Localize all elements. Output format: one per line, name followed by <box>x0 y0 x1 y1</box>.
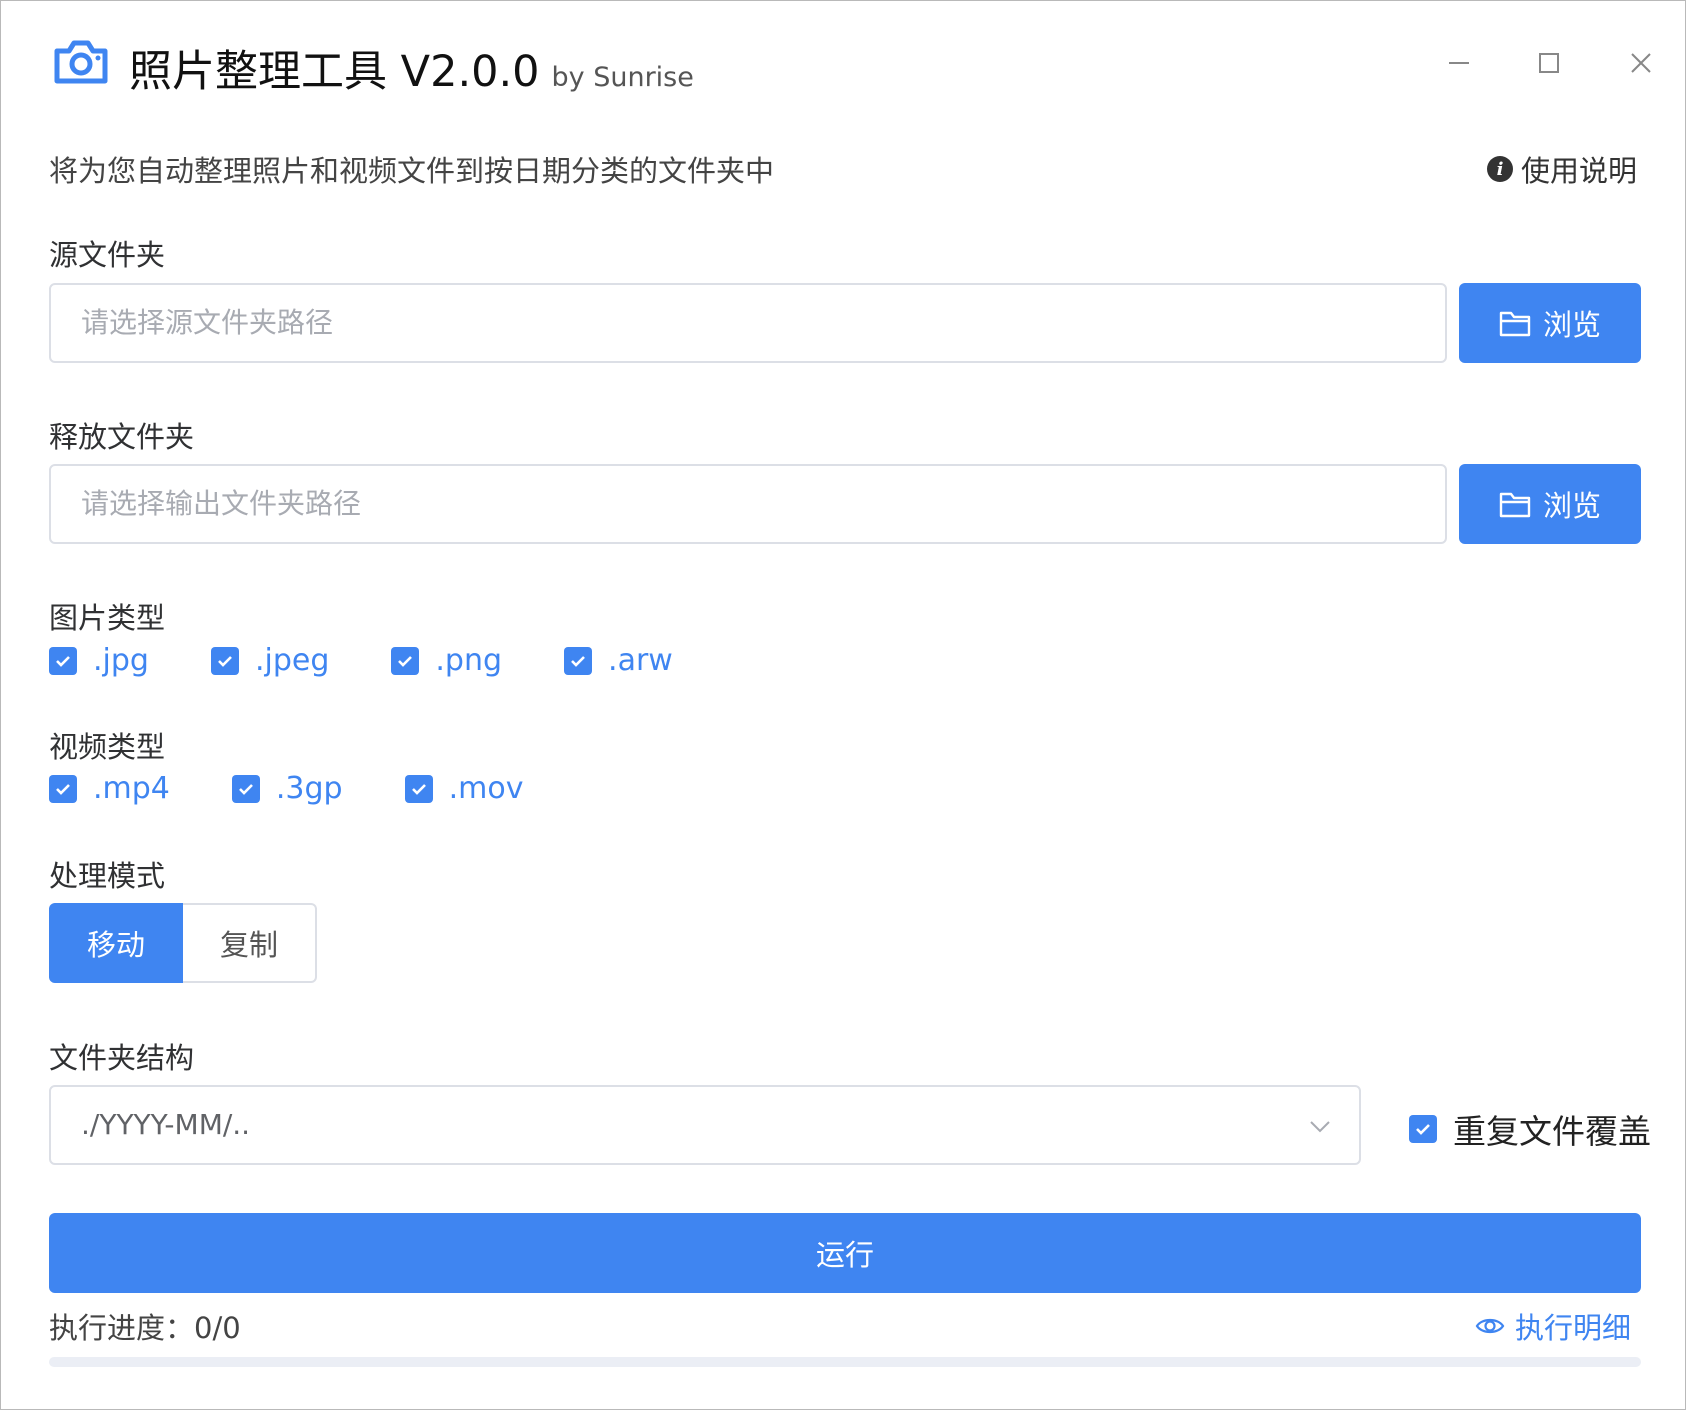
checkbox-checked-icon <box>564 646 593 675</box>
camera-icon <box>54 40 108 84</box>
video-types-label: 视频类型 <box>49 730 166 764</box>
folder-structure-value: ./YYYY-MM/.. <box>81 1108 251 1141</box>
image-types-group: .jpg .jpeg .png .arw <box>49 643 733 678</box>
overwrite-label: 重复文件覆盖 <box>1453 1112 1651 1151</box>
video-types-group: .mp4 .3gp .mov <box>49 771 583 806</box>
overwrite-duplicates-checkbox[interactable]: 重复文件覆盖 <box>1409 1105 1651 1153</box>
checkbox-checked-icon <box>49 774 77 803</box>
mode-segmented-control: 移动 复制 <box>49 903 317 983</box>
help-link[interactable]: i 使用说明 <box>1486 148 1637 190</box>
execution-detail-label: 执行明细 <box>1514 1311 1631 1345</box>
folder-structure-label: 文件夹结构 <box>49 1041 195 1075</box>
minimize-button[interactable] <box>1439 43 1479 83</box>
folder-open-icon <box>1499 311 1531 337</box>
progress-status: 执行进度：0/0 <box>49 1311 241 1345</box>
source-browse-label: 浏览 <box>1542 308 1601 342</box>
image-type-label: .png <box>435 643 503 678</box>
image-type-jpeg-checkbox[interactable]: .jpeg <box>210 643 330 678</box>
image-type-arw-checkbox[interactable]: .arw <box>564 643 673 678</box>
image-types-label: 图片类型 <box>49 601 166 635</box>
info-icon: i <box>1486 156 1513 182</box>
app-title-text: 照片整理工具 V2.0.0 <box>129 47 540 97</box>
source-folder-label: 源文件夹 <box>49 238 166 272</box>
output-folder-label: 释放文件夹 <box>49 420 195 454</box>
mode-label: 处理模式 <box>49 859 166 893</box>
chevron-down-icon <box>1310 1121 1330 1133</box>
progress-bar <box>49 1357 1641 1367</box>
folder-open-icon <box>1499 492 1531 518</box>
checkbox-checked-icon <box>1409 1115 1437 1143</box>
app-author: by Sunrise <box>551 62 694 93</box>
image-type-label: .jpeg <box>254 643 330 678</box>
checkbox-checked-icon <box>210 646 239 675</box>
eye-icon <box>1475 1318 1505 1334</box>
video-type-label: .mov <box>448 771 524 806</box>
checkbox-checked-icon <box>49 646 77 675</box>
image-type-jpg-checkbox[interactable]: .jpg <box>49 643 149 678</box>
video-type-label: .3gp <box>275 771 343 806</box>
mode-move-button[interactable]: 移动 <box>49 903 183 983</box>
title-bar: 照片整理工具 V2.0.0 by Sunrise <box>1 1 1685 121</box>
video-type-mov-checkbox[interactable]: .mov <box>404 771 524 806</box>
close-button[interactable] <box>1621 43 1661 83</box>
source-browse-button[interactable]: 浏览 <box>1459 283 1641 363</box>
checkbox-checked-icon <box>404 774 433 803</box>
checkbox-checked-icon <box>231 774 260 803</box>
close-icon <box>1631 53 1651 73</box>
video-type-3gp-checkbox[interactable]: .3gp <box>231 771 343 806</box>
image-type-label: .arw <box>608 643 673 678</box>
output-browse-label: 浏览 <box>1542 489 1601 523</box>
app-title: 照片整理工具 V2.0.0 by Sunrise <box>129 37 694 99</box>
minimize-icon <box>1449 62 1469 64</box>
image-type-label: .jpg <box>93 643 149 678</box>
checkbox-checked-icon <box>391 646 420 675</box>
output-browse-button[interactable]: 浏览 <box>1459 464 1641 544</box>
source-folder-input[interactable]: 请选择源文件夹路径 <box>49 283 1447 363</box>
execution-detail-link[interactable]: 执行明细 <box>1475 1305 1631 1347</box>
folder-structure-select[interactable]: ./YYYY-MM/.. <box>49 1085 1361 1165</box>
video-type-label: .mp4 <box>93 771 170 806</box>
run-button[interactable]: 运行 <box>49 1213 1641 1293</box>
video-type-mp4-checkbox[interactable]: .mp4 <box>49 771 170 806</box>
app-window: 照片整理工具 V2.0.0 by Sunrise 将为您自动整理照片和视频文件到按… <box>0 0 1686 1410</box>
help-label: 使用说明 <box>1520 154 1637 188</box>
maximize-icon <box>1539 53 1559 73</box>
maximize-button[interactable] <box>1529 43 1569 83</box>
page-subtitle: 将为您自动整理照片和视频文件到按日期分类的文件夹中 <box>49 154 775 188</box>
output-folder-input[interactable]: 请选择输出文件夹路径 <box>49 464 1447 544</box>
mode-copy-button[interactable]: 复制 <box>183 903 317 983</box>
image-type-png-checkbox[interactable]: .png <box>391 643 502 678</box>
